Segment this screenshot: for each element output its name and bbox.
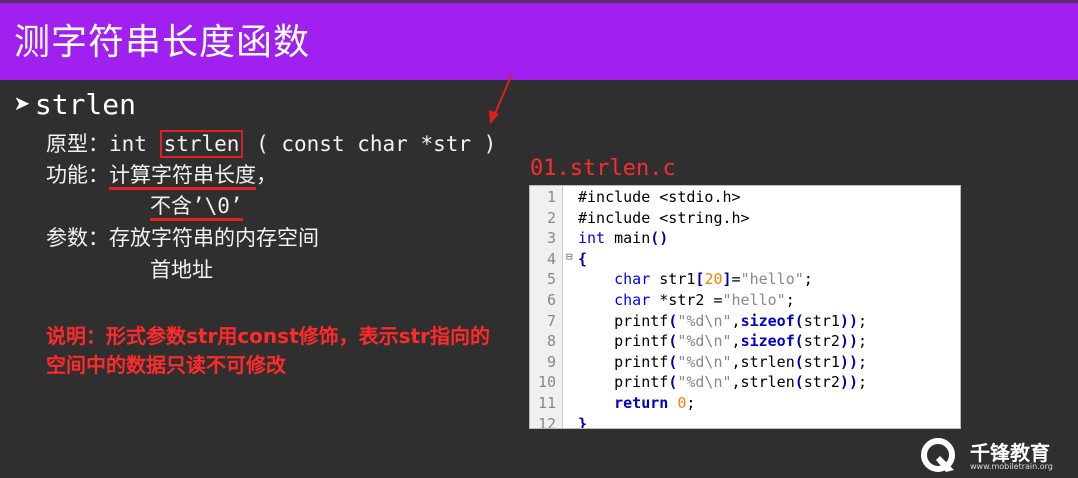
code-text: printf("%d\n",sizeof(str2)); [578,332,867,351]
code-text: return 0; [614,394,696,412]
slide: 测字符串长度函数 ➤ strlen 原型：int strlen ( const c… [0,0,1078,474]
line-number: 11 [537,394,556,412]
code-line: 12} [530,414,960,429]
code-line: 10 printf("%d\n",strlen(str2)); [530,373,960,394]
code-text: printf("%d\n",strlen(str1)); [578,352,867,371]
code-text: printf("%d\n",strlen(str2)); [578,373,867,392]
code-line: 6 char *str2 ="hello"; [530,291,960,312]
code-line: 7 printf("%d\n",sizeof(str1)); [530,312,960,333]
code-text: char *str2 ="hello"; [614,291,795,309]
code-text: int main() [578,229,669,248]
brand-logo: 千锋教育 www.mobiletrain.org [918,436,1078,474]
file-name-label: 01.strlen.c [530,156,676,181]
code-text: #include <string.h> [578,208,750,227]
code-line: 1 #include <stdio.h> [530,188,960,209]
code-line: 4 ⊟ { [530,250,960,271]
line-number: 6 [546,291,556,309]
code-text: char str1[20]="hello"; [614,270,813,289]
code-line: 9 printf("%d\n",strlen(str1)); [530,353,960,374]
line-number: 12 [537,414,556,429]
line-number: 8 [546,332,556,351]
line-number: 1 [546,188,556,206]
logo-q-icon [921,438,955,472]
line-number: 7 [546,311,556,330]
code-text: printf("%d\n",sizeof(str1)); [578,311,867,330]
logo-url: www.mobiletrain.org [970,462,1053,471]
code-text: #include <stdio.h> [578,188,741,206]
line-number: 3 [546,229,556,248]
line-number: 9 [546,352,556,371]
line-number: 2 [546,208,556,227]
line-number: 10 [537,373,556,392]
line-number: 4 [546,249,556,268]
line-number: 5 [546,270,556,289]
code-line: 11 return 0; [530,394,960,415]
code-editor: 1 #include <stdio.h> 2 #include <string.h> 3… [529,185,961,429]
fold-toggle-icon[interactable]: ⊟ [566,250,573,263]
code-line: 5 char str1[20]="hello"; [530,270,960,291]
code-line: 2 #include <string.h> [530,209,960,230]
code-text: } [578,414,588,429]
code-line: 3 int main() [530,229,960,250]
code-text: { [578,249,588,268]
code-line: 8 printf("%d\n",sizeof(str2)); [530,332,960,353]
